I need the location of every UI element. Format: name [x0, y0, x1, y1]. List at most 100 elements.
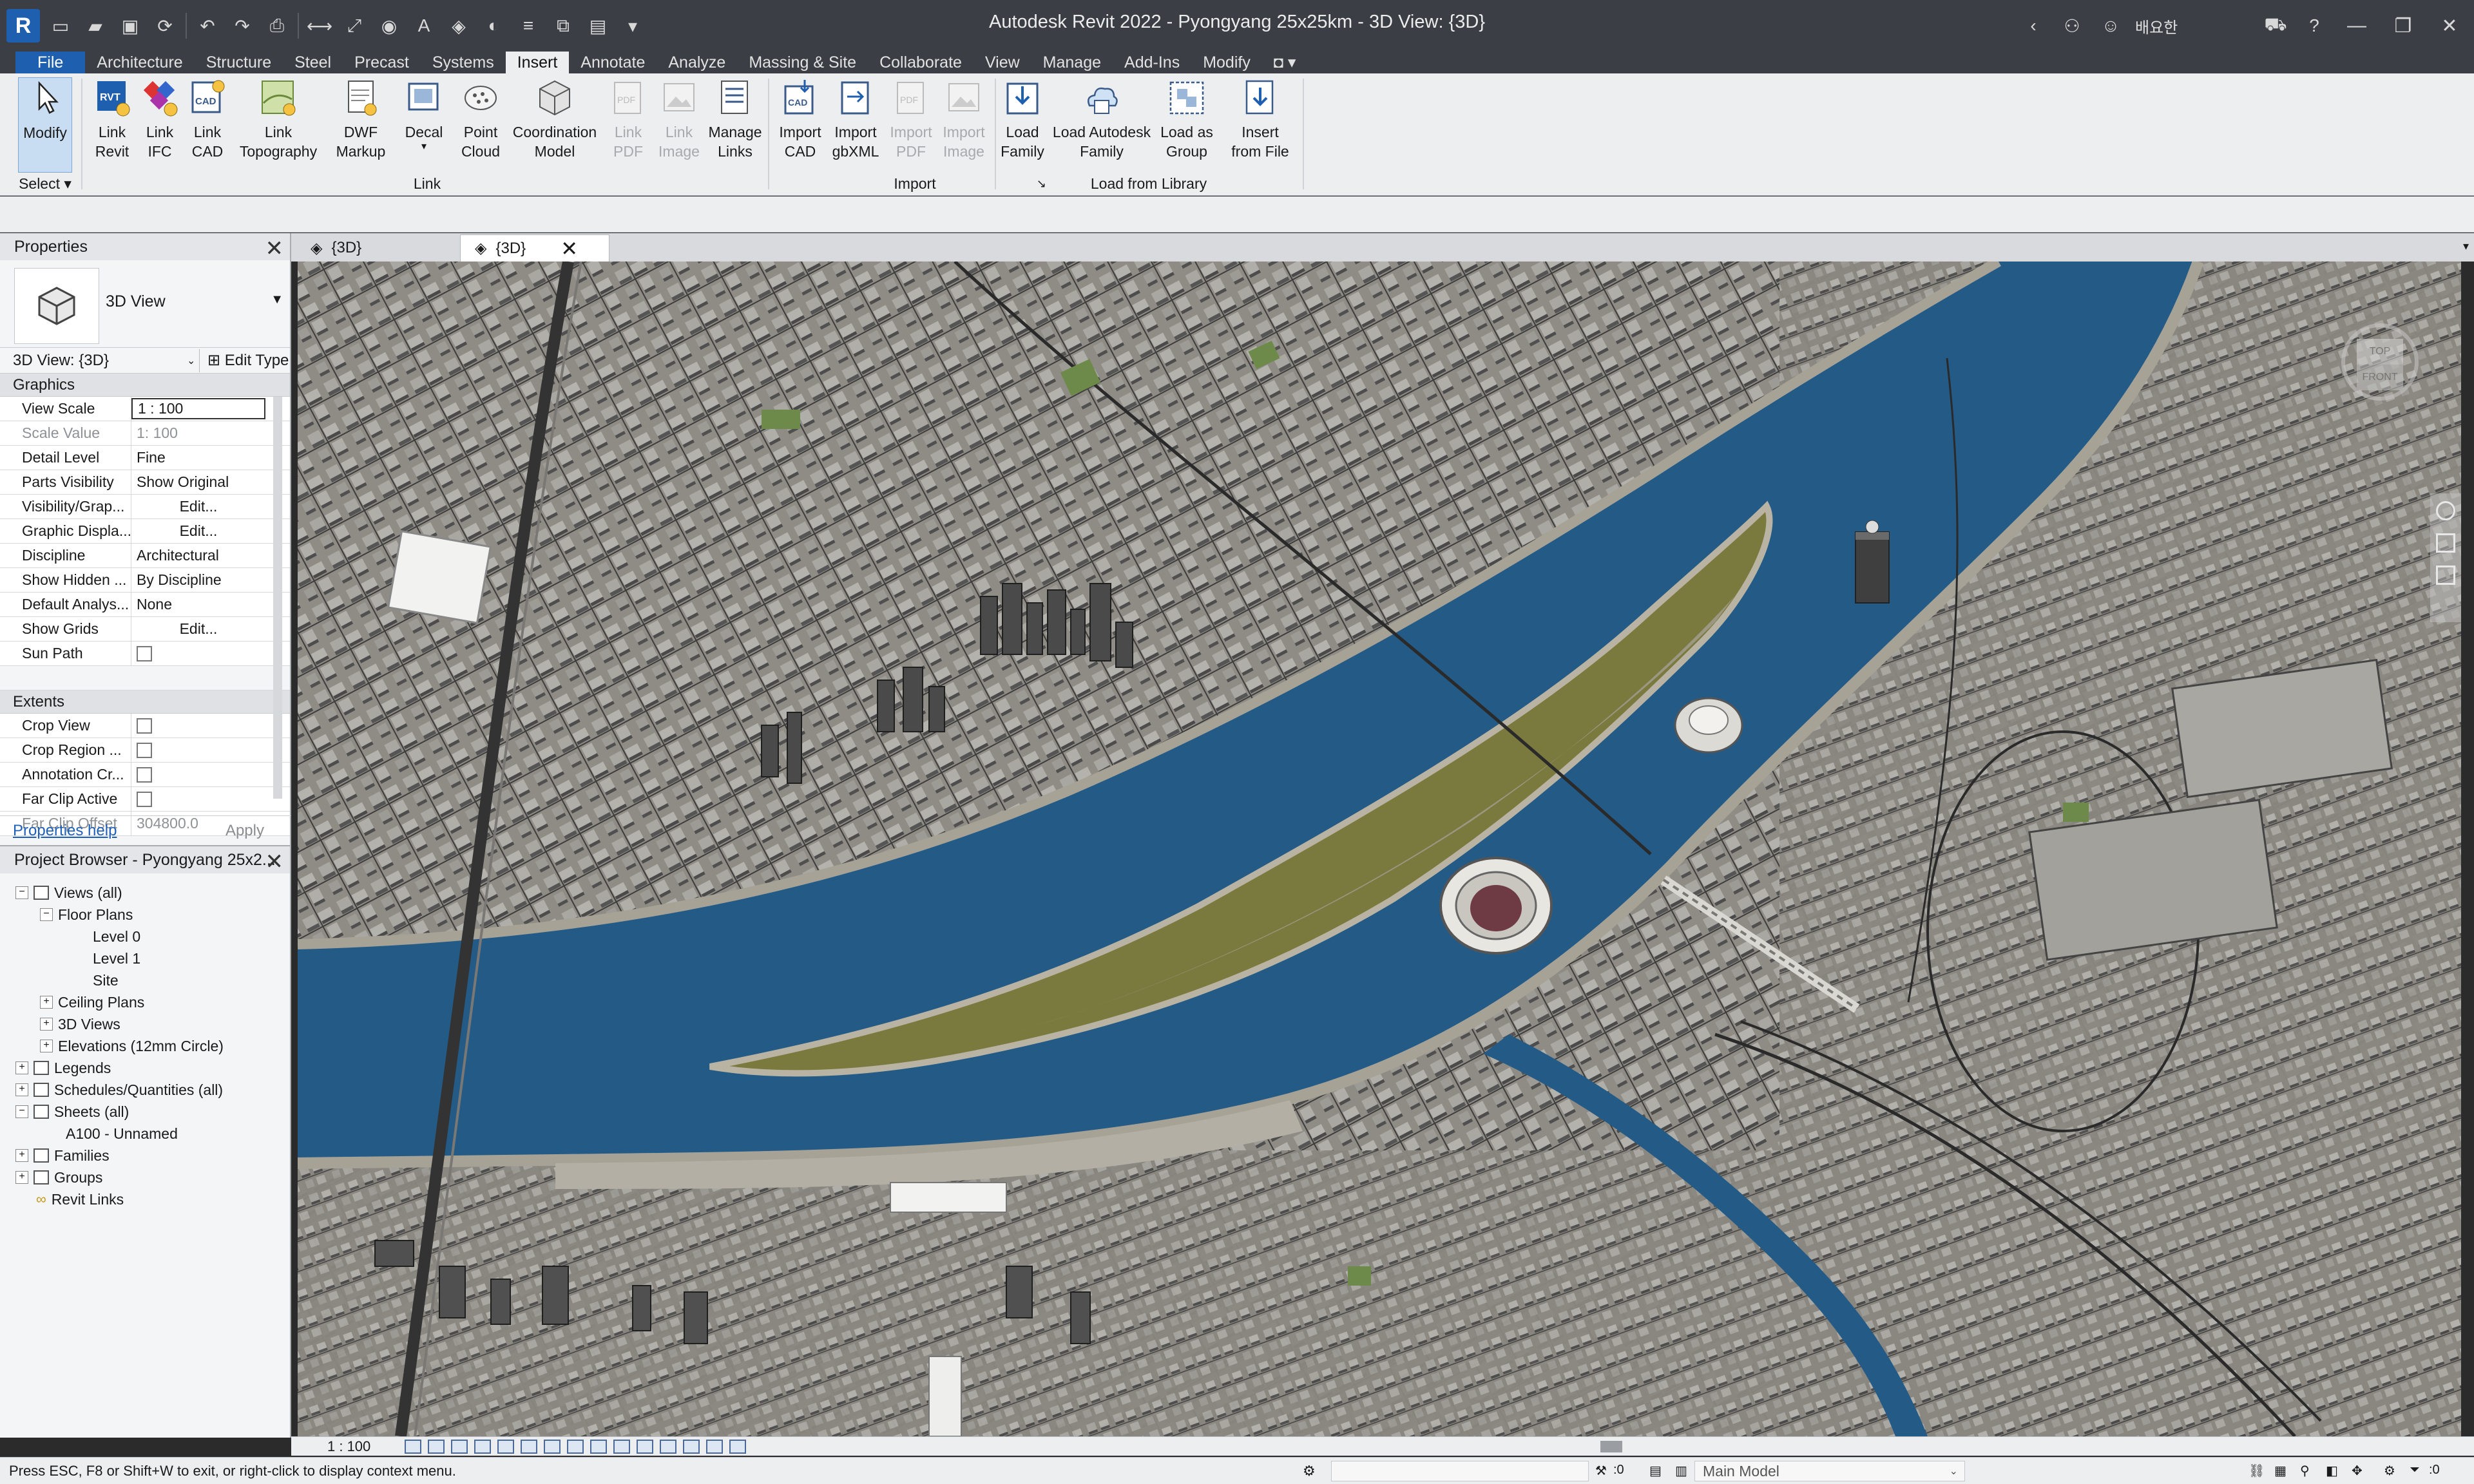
- coordination-model-button[interactable]: Coordination Model: [509, 77, 600, 173]
- tab-insert[interactable]: Insert: [505, 52, 570, 73]
- collapse-icon[interactable]: −: [15, 1105, 28, 1118]
- filter-icon[interactable]: ⏷: [2410, 1463, 2420, 1478]
- background-processes-icon[interactable]: ⚙: [2384, 1463, 2395, 1479]
- import-gbxml-button[interactable]: Import gbXML: [827, 77, 884, 173]
- back-icon[interactable]: ‹: [2019, 12, 2047, 40]
- collapse-icon[interactable]: −: [15, 886, 28, 899]
- expand-icon[interactable]: +: [15, 1149, 28, 1162]
- edit-type-button[interactable]: ⊞ Edit Type: [200, 351, 289, 370]
- select-pinned-icon[interactable]: ⚲: [2300, 1463, 2310, 1479]
- help-icon[interactable]: ?: [2300, 12, 2328, 40]
- properties-help-link[interactable]: Properties help: [0, 822, 117, 840]
- tag-icon[interactable]: ◉: [375, 12, 403, 40]
- import-image-button[interactable]: Import Image: [938, 77, 990, 173]
- crop-view-icon[interactable]: [521, 1439, 537, 1454]
- active-workset-select[interactable]: [1331, 1461, 1589, 1481]
- thin-lines-icon[interactable]: ≡: [514, 12, 542, 40]
- tree-node-ceiling-plans[interactable]: + Ceiling Plans: [40, 992, 144, 1013]
- tab-add-ins[interactable]: Add-Ins: [1113, 52, 1191, 73]
- dwf-markup-button[interactable]: DWF Markup: [329, 77, 393, 173]
- tab-collaborate[interactable]: Collaborate: [868, 52, 973, 73]
- tree-node-elevations[interactable]: + Elevations (12mm Circle): [40, 1036, 224, 1056]
- undo-icon[interactable]: ↶: [193, 12, 222, 40]
- select-by-face-icon[interactable]: ◧: [2326, 1463, 2338, 1479]
- link-ifc-button[interactable]: Link IFC: [137, 77, 183, 173]
- temporary-view-properties-icon[interactable]: [683, 1439, 700, 1454]
- drag-elements-icon[interactable]: ✥: [2352, 1463, 2363, 1479]
- graphic-display-edit-button[interactable]: Edit...: [131, 519, 265, 543]
- reveal-hidden-icon[interactable]: [613, 1439, 630, 1454]
- steering-wheel-icon[interactable]: [2436, 501, 2455, 520]
- binoculars-icon[interactable]: ⚇: [2058, 12, 2086, 40]
- tab-steel[interactable]: Steel: [283, 52, 343, 73]
- instance-selector[interactable]: 3D View: {3D} ⌄: [0, 348, 200, 372]
- sun-path-checkbox[interactable]: [137, 645, 152, 661]
- section-graphics[interactable]: Graphics: [0, 374, 290, 397]
- tab-manage[interactable]: Manage: [1031, 52, 1113, 73]
- link-topography-button[interactable]: Link Topography: [233, 77, 323, 173]
- ribbon-minimize-icon[interactable]: ◘ ▾: [1262, 52, 1308, 73]
- viewcube[interactable]: TOP FRONT: [2335, 323, 2425, 433]
- import-cad-button[interactable]: CAD Import CAD: [774, 77, 826, 173]
- close-properties-icon[interactable]: ✕: [265, 236, 284, 262]
- tab-view[interactable]: View: [973, 52, 1031, 73]
- tab-analyze[interactable]: Analyze: [657, 52, 737, 73]
- expand-icon[interactable]: +: [40, 996, 53, 1009]
- close-view-tab-icon[interactable]: ✕: [561, 236, 578, 261]
- text-icon[interactable]: A: [410, 12, 438, 40]
- zoom-icon[interactable]: [2436, 533, 2455, 553]
- discipline-select[interactable]: Architectural: [131, 544, 265, 567]
- close-window-icon[interactable]: ✕: [2431, 9, 2468, 43]
- default-analysis-select[interactable]: None: [131, 593, 265, 616]
- tree-node-sheets[interactable]: − Sheets (all): [15, 1101, 129, 1122]
- shadows-icon[interactable]: [474, 1439, 491, 1454]
- modify-button[interactable]: Modify: [18, 77, 72, 173]
- section-extents[interactable]: Extents: [0, 690, 290, 714]
- visual-style-icon[interactable]: [428, 1439, 445, 1454]
- tree-node-floor-plans[interactable]: − Floor Plans: [40, 904, 133, 925]
- dimension-icon[interactable]: ⤢: [340, 12, 369, 40]
- print-icon[interactable]: ⎙: [263, 12, 291, 40]
- view-tabs-dropdown-icon[interactable]: ▾: [2463, 240, 2469, 253]
- tab-precast[interactable]: Precast: [343, 52, 421, 73]
- crop-view-checkbox[interactable]: [137, 718, 152, 734]
- manage-links-button[interactable]: Manage Links: [706, 77, 764, 173]
- show-crop-region-icon[interactable]: [544, 1439, 561, 1454]
- close-hidden-icon[interactable]: ⧉: [549, 12, 577, 40]
- show-hidden-select[interactable]: By Discipline: [131, 568, 265, 592]
- decal-button[interactable]: Decal ▾: [398, 77, 450, 173]
- type-selector[interactable]: 3D View ▼: [0, 260, 290, 348]
- decal-dropdown-icon[interactable]: ▾: [421, 142, 427, 152]
- show-grids-edit-button[interactable]: Edit...: [131, 617, 265, 641]
- reveal-constraints-icon[interactable]: [660, 1439, 676, 1454]
- expand-icon[interactable]: +: [40, 1040, 53, 1052]
- render-icon[interactable]: [497, 1439, 514, 1454]
- tree-node-level-1[interactable]: Level 1: [93, 948, 140, 969]
- restore-icon[interactable]: ❐: [2385, 9, 2421, 43]
- expand-icon[interactable]: +: [15, 1061, 28, 1074]
- tab-systems[interactable]: Systems: [421, 52, 506, 73]
- load-family-button[interactable]: Load Family: [999, 77, 1046, 173]
- link-revit-button[interactable]: RVT Link Revit: [89, 77, 135, 173]
- pan-icon[interactable]: [2436, 566, 2455, 585]
- tree-node-sheet-a100[interactable]: A100 - Unnamed: [66, 1123, 178, 1144]
- link-image-button[interactable]: Link Image: [653, 77, 705, 173]
- user-name[interactable]: 배요한: [2135, 15, 2251, 37]
- active-design-option-select[interactable]: Main Model ⌄: [1694, 1461, 1965, 1481]
- exclude-options-icon[interactable]: ▥: [1675, 1463, 1687, 1479]
- minimize-icon[interactable]: —: [2339, 9, 2375, 43]
- import-pdf-button[interactable]: PDF Import PDF: [887, 77, 935, 173]
- properties-scrollbar[interactable]: [273, 397, 282, 799]
- worksharing-display-icon[interactable]: [637, 1439, 653, 1454]
- annotation-crop-checkbox[interactable]: [137, 766, 152, 783]
- insert-from-file-button[interactable]: Insert from File: [1222, 77, 1299, 173]
- save-icon[interactable]: ▣: [116, 12, 144, 40]
- switch-windows-icon[interactable]: ▤: [584, 12, 612, 40]
- analytical-model-icon[interactable]: [706, 1439, 723, 1454]
- drawing-area-3d-view[interactable]: TOP FRONT: [298, 262, 2461, 1436]
- tab-annotate[interactable]: Annotate: [569, 52, 657, 73]
- expand-icon[interactable]: +: [40, 1018, 53, 1031]
- tree-node-site[interactable]: Site: [93, 970, 119, 991]
- sun-path-icon[interactable]: [451, 1439, 468, 1454]
- visibility-graphics-edit-button[interactable]: Edit...: [131, 495, 265, 518]
